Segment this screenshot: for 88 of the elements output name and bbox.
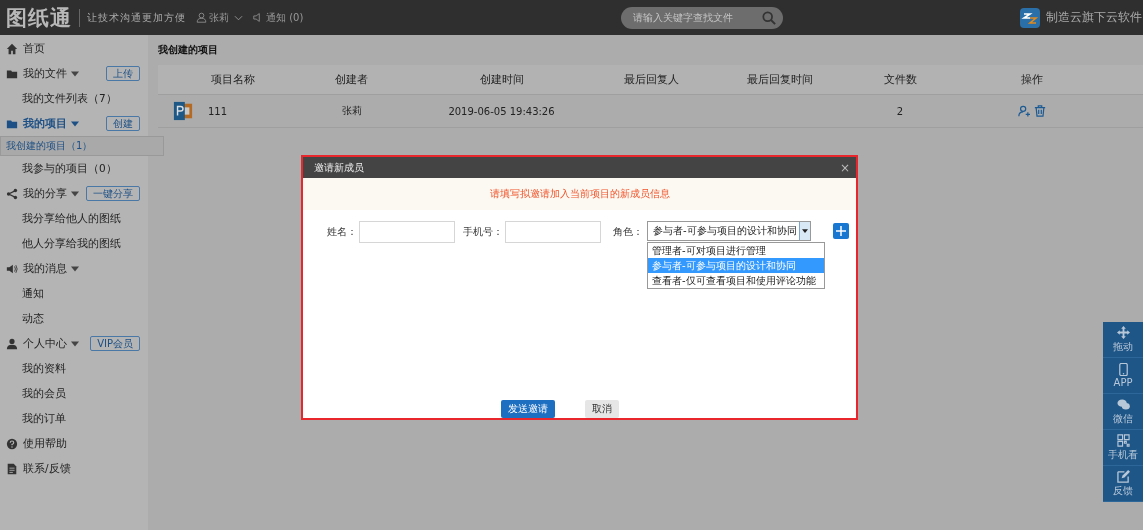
sidebar-subitem[interactable]: 我的资料: [0, 356, 148, 381]
notice-banner: 请填写拟邀请加入当前项目的新成员信息: [303, 178, 856, 210]
sidebar-item[interactable]: 首页: [23, 41, 45, 56]
close-button[interactable]: ×: [839, 160, 850, 175]
column-header: 操作: [1020, 72, 1044, 87]
column-header: 文件数: [882, 72, 918, 87]
column-header: 创建时间: [478, 72, 525, 87]
qr-code-icon: [1116, 433, 1130, 447]
sidebar-item[interactable]: 我的分享: [23, 186, 67, 201]
send-button[interactable]: 发送邀请: [500, 400, 555, 418]
sidebar-item[interactable]: 使用帮助: [23, 436, 67, 451]
caret-icon[interactable]: [71, 69, 79, 78]
search-icon[interactable]: [761, 10, 776, 25]
sidebar-subitem[interactable]: 通知: [0, 281, 148, 306]
field-label: 姓名：: [327, 224, 357, 239]
dropdown-option[interactable]: 查看者-仅可查看项目和使用评论功能: [648, 272, 824, 288]
document-icon: [6, 462, 18, 475]
project-name[interactable]: 111: [208, 105, 228, 117]
sidebar-action-button[interactable]: 创建: [106, 116, 140, 131]
user-menu[interactable]: 张莉: [196, 10, 243, 25]
field-label: 角色：: [613, 224, 643, 239]
sidebar-subitem[interactable]: 我的订单: [0, 406, 148, 431]
add-person-icon[interactable]: [1018, 105, 1030, 117]
column-header: 最后回复人: [623, 72, 680, 87]
dialog-title: 邀请新成员: [314, 160, 364, 175]
field-label: 手机号：: [463, 224, 503, 239]
presentation-file-icon: [173, 101, 193, 121]
sidebar-action-button[interactable]: 上传: [106, 66, 140, 81]
cancel-button[interactable]: 取消: [584, 400, 619, 418]
caret-icon[interactable]: [71, 339, 79, 348]
move-arrows-icon: [1116, 325, 1130, 339]
role-select[interactable]: 参与者-可参与项目的设计和协同: [647, 220, 811, 241]
dropdown-arrow-icon[interactable]: [802, 228, 808, 233]
notification-link[interactable]: 通知 (0): [253, 10, 304, 25]
speaker-icon: [6, 262, 18, 275]
person-icon: [196, 12, 207, 23]
toolbar-button[interactable]: 反馈: [1103, 466, 1143, 502]
sidebar-subitem[interactable]: 我的文件列表（7）: [0, 86, 148, 111]
dropdown-option[interactable]: 管理者-可对项目进行管理: [648, 242, 824, 258]
sidebar-subitem[interactable]: 我的会员: [0, 381, 148, 406]
toolbar-button[interactable]: APP: [1103, 358, 1143, 394]
toolbar-button[interactable]: 拖动: [1103, 322, 1143, 358]
logo-text: 图纸通: [6, 4, 72, 32]
caret-icon[interactable]: [71, 264, 79, 273]
sidebar-subitem[interactable]: 我参与的项目（0）: [0, 156, 148, 181]
help-icon: [6, 437, 18, 450]
add-button[interactable]: [833, 222, 849, 239]
sidebar-item[interactable]: 我的消息: [23, 261, 67, 276]
share-icon: [6, 187, 18, 200]
caret-icon[interactable]: [71, 189, 79, 198]
slogan: 让技术沟通更加方便: [87, 10, 186, 25]
sidebar-item[interactable]: 联系/反馈: [23, 461, 71, 476]
sidebar-item[interactable]: 我的项目: [23, 116, 67, 131]
table-cell: 2: [896, 105, 904, 117]
chat-bubbles-icon: [1116, 397, 1130, 411]
search-field[interactable]: 请输入关键字查找文件: [620, 6, 783, 29]
toolbar-label: 手机看: [1108, 447, 1138, 462]
sidebar-action-button[interactable]: VIP会员: [90, 336, 140, 351]
chevron-down-icon: [234, 14, 243, 21]
home-icon: [6, 42, 18, 55]
page-title: 我创建的项目: [158, 43, 219, 57]
sidebar-item[interactable]: 个人中心: [23, 336, 67, 351]
person-icon: [6, 337, 18, 350]
sidebar-subitem[interactable]: 我创建的项目（1）: [0, 136, 164, 156]
table-cell: 张莉: [341, 105, 362, 116]
toolbar-label: 微信: [1113, 411, 1133, 426]
trash-icon[interactable]: [1034, 105, 1046, 117]
sidebar-subitem[interactable]: 我分享给他人的图纸: [0, 206, 148, 231]
toolbar-label: 拖动: [1113, 339, 1133, 354]
toolbar-label: APP: [1113, 377, 1133, 388]
column-header: 最后回复时间: [746, 72, 814, 87]
input-field[interactable]: [359, 220, 455, 243]
table-cell: 2019-06-05 19:43:26: [448, 105, 555, 117]
sidebar-subitem[interactable]: 动态: [0, 306, 148, 331]
toolbar-label: 反馈: [1113, 483, 1133, 498]
phone-icon: [1116, 363, 1130, 376]
edit-icon: [1116, 469, 1130, 483]
sidebar-item[interactable]: 我的文件: [23, 66, 67, 81]
column-header: 项目名称: [210, 72, 256, 87]
sidebar-subitem[interactable]: 他人分享给我的图纸: [0, 231, 148, 256]
sidebar-action-button[interactable]: 一键分享: [86, 186, 140, 201]
toolbar-button[interactable]: 微信: [1103, 394, 1143, 430]
column-header: 创建者: [334, 72, 369, 87]
brand-text: 制造云旗下云软件: [1046, 10, 1142, 25]
input-field[interactable]: [505, 220, 601, 243]
caret-icon[interactable]: [71, 119, 79, 128]
brand-logo-icon: [1020, 7, 1040, 28]
toolbar-button[interactable]: 手机看: [1103, 430, 1143, 466]
